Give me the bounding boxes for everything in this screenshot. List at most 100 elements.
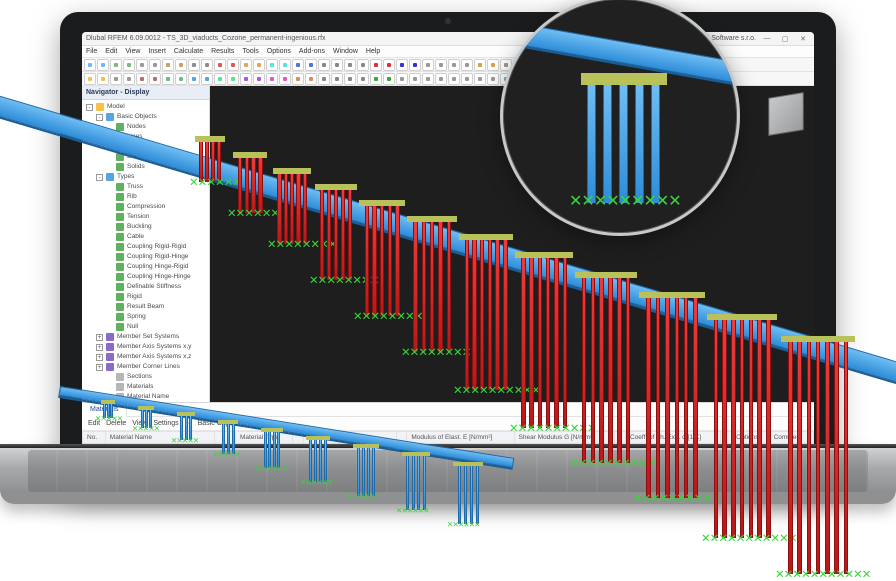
solid-button[interactable] — [240, 73, 252, 85]
panel-tool-view[interactable]: View — [132, 420, 147, 427]
render-button[interactable] — [487, 59, 499, 71]
tree-item[interactable]: Spring — [82, 312, 209, 322]
save-button[interactable] — [123, 59, 135, 71]
menu-edit[interactable]: Edit — [105, 46, 117, 57]
open-button[interactable] — [84, 73, 96, 85]
menu-add-ons[interactable]: Add-ons — [299, 46, 325, 57]
copy-button[interactable] — [175, 59, 187, 71]
save-button[interactable] — [110, 59, 122, 71]
menu-insert[interactable]: Insert — [148, 46, 166, 57]
tree-item[interactable]: Material Name — [82, 392, 209, 402]
tree-item[interactable]: Null — [82, 322, 209, 332]
col-header[interactable]: Material Type — [236, 432, 293, 444]
grid-button[interactable] — [422, 59, 434, 71]
tree-item[interactable]: Surfaces — [82, 152, 209, 162]
col-header[interactable]: Shear Modulus G [N/mm²] — [514, 432, 615, 444]
tree-item[interactable]: Coupling Rigid-Hinge — [82, 252, 209, 262]
iso-button[interactable] — [396, 73, 408, 85]
tree-item[interactable]: Compression — [82, 202, 209, 212]
menu-calculate[interactable]: Calculate — [174, 46, 203, 57]
menu-help[interactable]: Help — [366, 46, 380, 57]
col-header[interactable] — [396, 432, 407, 444]
node-button[interactable] — [188, 73, 200, 85]
navigator-tree[interactable]: -Model-Basic ObjectsNodesLinesMembersSur… — [82, 100, 209, 402]
col-header[interactable] — [721, 432, 732, 444]
col-header[interactable]: Material Model — [303, 432, 396, 444]
member-button[interactable] — [227, 73, 239, 85]
menu-window[interactable]: Window — [333, 46, 358, 57]
tree-item[interactable]: Coupling Hinge-Rigid — [82, 262, 209, 272]
support-button[interactable] — [266, 59, 278, 71]
copy-button[interactable] — [162, 59, 174, 71]
col-header[interactable] — [293, 432, 304, 444]
redo-button[interactable] — [149, 59, 161, 71]
tree-item[interactable]: -Model — [82, 102, 209, 112]
tree-item[interactable]: +Member Corner Lines — [82, 362, 209, 372]
tree-item[interactable]: Rib — [82, 192, 209, 202]
col-header[interactable] — [615, 432, 626, 444]
results-button[interactable] — [305, 73, 317, 85]
view-x-button[interactable] — [383, 59, 395, 71]
view-y-button[interactable] — [370, 73, 382, 85]
open-button[interactable] — [97, 73, 109, 85]
tree-item[interactable]: Tension — [82, 212, 209, 222]
menu-file[interactable]: File — [86, 46, 97, 57]
view-z-button[interactable] — [409, 59, 421, 71]
cut-button[interactable] — [136, 73, 148, 85]
tree-item[interactable]: -Basic Objects — [82, 112, 209, 122]
paste-button[interactable] — [175, 73, 187, 85]
panel-tool--[interactable]: ··· — [185, 420, 192, 427]
panel-tool-settings[interactable]: Settings — [153, 420, 178, 427]
calc-button[interactable] — [305, 59, 317, 71]
section-button[interactable] — [448, 73, 460, 85]
snap-button[interactable] — [422, 73, 434, 85]
col-header[interactable] — [214, 432, 225, 444]
print-button[interactable] — [188, 59, 200, 71]
menu-results[interactable]: Results — [211, 46, 234, 57]
view-x-button[interactable] — [370, 59, 382, 71]
iso-button[interactable] — [409, 73, 421, 85]
print-button[interactable] — [201, 59, 213, 71]
col-header[interactable]: Options — [732, 432, 769, 444]
col-header[interactable]: Coeff. of Th. Exp. α [1/K] — [625, 432, 720, 444]
panel-tool-delete[interactable]: Delete — [106, 420, 126, 427]
measure-button[interactable] — [461, 59, 473, 71]
member-button[interactable] — [214, 73, 226, 85]
node-button[interactable] — [201, 73, 213, 85]
minimize-button[interactable]: — — [760, 35, 774, 43]
panel-tool-basic-objects[interactable]: Basic Objects — [198, 420, 241, 427]
rotate-button[interactable] — [357, 73, 369, 85]
close-button[interactable]: ✕ — [796, 35, 810, 43]
expand-icon[interactable]: - — [86, 104, 93, 111]
expand-icon[interactable]: + — [96, 364, 103, 371]
surface-button[interactable] — [253, 59, 265, 71]
select-button[interactable] — [331, 59, 343, 71]
zoom-button[interactable] — [331, 73, 343, 85]
tree-item[interactable]: Materials — [82, 382, 209, 392]
zoom-button[interactable] — [318, 73, 330, 85]
select-button[interactable] — [318, 59, 330, 71]
line-button[interactable] — [227, 59, 239, 71]
rotate-button[interactable] — [344, 73, 356, 85]
measure-button[interactable] — [448, 59, 460, 71]
expand-icon[interactable]: + — [96, 334, 103, 341]
menu-options[interactable]: Options — [267, 46, 291, 57]
render-button[interactable] — [474, 59, 486, 71]
tree-item[interactable]: Lines — [82, 132, 209, 142]
load-button[interactable] — [279, 73, 291, 85]
solid-button[interactable] — [253, 73, 265, 85]
tab-materials[interactable]: Materials — [82, 403, 127, 417]
support-button[interactable] — [279, 59, 291, 71]
tree-item[interactable]: Buckling — [82, 222, 209, 232]
col-header[interactable]: Comment — [769, 432, 813, 444]
tree-item[interactable]: Coupling Hinge-Hinge — [82, 272, 209, 282]
pan-button[interactable] — [357, 59, 369, 71]
undo-button[interactable] — [110, 73, 122, 85]
grid-button[interactable] — [435, 59, 447, 71]
tree-item[interactable]: Solids — [82, 162, 209, 172]
menu-view[interactable]: View — [125, 46, 140, 57]
col-header[interactable] — [225, 432, 236, 444]
view-y-button[interactable] — [383, 73, 395, 85]
section-button[interactable] — [461, 73, 473, 85]
new-button[interactable] — [97, 59, 109, 71]
